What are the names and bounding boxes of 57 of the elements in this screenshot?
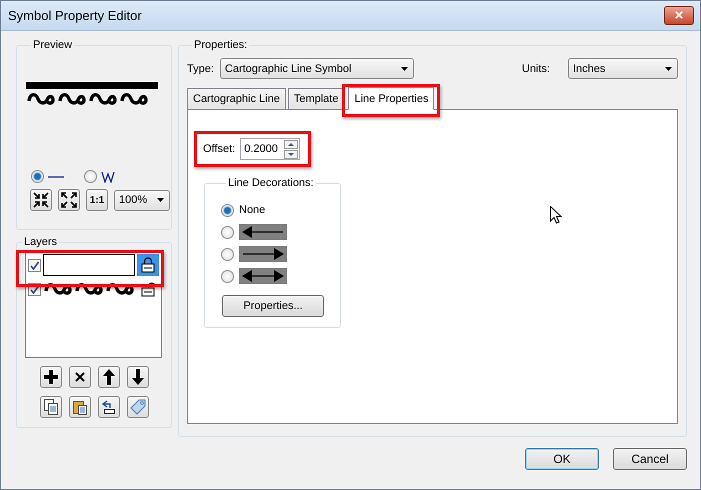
lock-icon[interactable] (140, 281, 154, 297)
tab[interactable]: Line Properties (348, 87, 434, 110)
units-label: Units: (522, 62, 550, 74)
caret-icon (400, 66, 408, 70)
spin-down-icon[interactable] (284, 150, 298, 158)
down-arrow-icon (132, 369, 144, 385)
option-label: None (239, 204, 266, 216)
actual-size-button[interactable]: 1:1 (86, 189, 108, 211)
radio-button[interactable] (84, 170, 97, 183)
cursor-icon (550, 206, 562, 224)
tab[interactable]: Template (288, 88, 344, 109)
window-title: Symbol Property Editor (8, 8, 143, 23)
zoom-in-button[interactable] (30, 189, 52, 211)
group-label: Properties: (193, 39, 248, 51)
move-up-button[interactable] (98, 366, 120, 388)
radio-button[interactable] (221, 226, 234, 238)
tab[interactable]: Cartographic Line (187, 88, 286, 109)
offset-field[interactable]: 0.2000 (240, 138, 300, 160)
zoom-dropdown[interactable]: 100% (114, 190, 170, 210)
caret-icon (157, 198, 164, 202)
add-button[interactable] (40, 366, 62, 388)
offset-label: Offset: (203, 143, 236, 155)
undo-icon (102, 400, 116, 414)
caret-icon (665, 66, 672, 70)
group-label: Line Decorations: (227, 177, 315, 189)
close-icon (74, 372, 84, 382)
zigzag-mode-icon (101, 170, 115, 182)
up-arrow-icon (102, 369, 114, 385)
zoom-out-button[interactable] (58, 189, 80, 211)
paste-button[interactable] (68, 396, 90, 418)
move-down-button[interactable] (126, 366, 148, 388)
arrows-in-icon (33, 192, 49, 208)
delete-button[interactable] (68, 366, 90, 388)
properties-button[interactable]: Properties... (222, 295, 324, 317)
radio-button[interactable] (221, 270, 234, 282)
copy-button[interactable] (40, 396, 62, 418)
tag-button[interactable] (126, 396, 148, 418)
dialog-button[interactable]: OK (525, 448, 599, 470)
plus-icon (44, 370, 58, 384)
layer-row[interactable] (26, 253, 160, 277)
arrows-out-icon (61, 192, 77, 208)
group-label: Layers (23, 236, 58, 248)
dialog-button[interactable]: Cancel (613, 448, 687, 470)
type-label: Type: (187, 62, 214, 74)
radio-button[interactable] (31, 170, 44, 183)
paste-icon (72, 399, 86, 415)
type-dropdown[interactable]: Cartographic Line Symbol (220, 58, 414, 79)
lock-icon[interactable] (140, 257, 154, 273)
tag-icon (130, 399, 146, 415)
group-label: Preview (32, 39, 74, 51)
units-dropdown[interactable]: Inches (568, 58, 678, 79)
spin-up-icon[interactable] (284, 140, 298, 148)
radio-button[interactable] (221, 204, 234, 216)
reset-button[interactable] (98, 396, 120, 418)
checkbox[interactable] (28, 258, 40, 272)
radio-button[interactable] (221, 248, 234, 260)
copy-icon (44, 399, 58, 415)
